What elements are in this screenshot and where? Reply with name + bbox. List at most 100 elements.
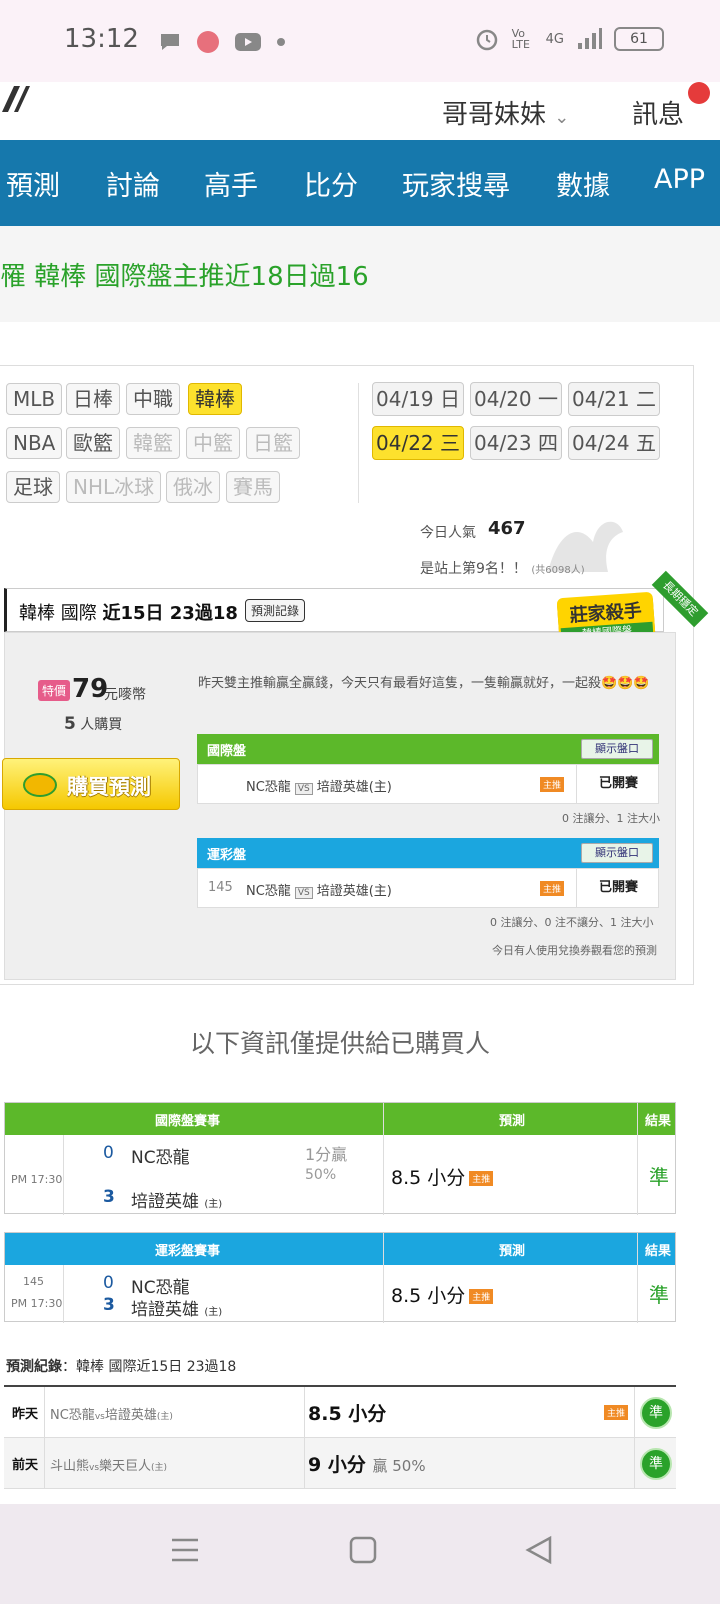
buy-prediction-button[interactable]: 購買預測 bbox=[2, 758, 180, 810]
record-game: NC恐龍vs培證英雄(主) bbox=[50, 1404, 173, 1423]
youtube-icon bbox=[235, 33, 261, 51]
home-mark: (主) bbox=[151, 1463, 168, 1473]
record-team-b: 樂天巨人 bbox=[99, 1459, 152, 1474]
table2-col-result: 結果 bbox=[645, 1244, 672, 1259]
market2-show-odds-button[interactable]: 顯示盤口 bbox=[581, 843, 653, 863]
signal-icon bbox=[578, 28, 602, 49]
main-pick-tag: 主推 bbox=[469, 1171, 494, 1186]
result-accurate-icon: 準 bbox=[640, 1397, 672, 1429]
market1-show-odds-button[interactable]: 顯示盤口 bbox=[581, 739, 653, 759]
table1-team-b-name: 培證英雄 bbox=[131, 1192, 199, 1212]
home-icon[interactable] bbox=[348, 1534, 378, 1566]
system-icons: Vo LTE 4G 61 bbox=[474, 26, 664, 52]
date-0421[interactable]: 04/21 二 bbox=[568, 382, 660, 416]
table1-prediction: 8.5 小分 主推 bbox=[391, 1163, 494, 1190]
home-mark: (主) bbox=[156, 1412, 173, 1422]
home-mark: (主) bbox=[204, 1307, 223, 1318]
table2-result: 準 bbox=[649, 1283, 669, 1307]
table1-col-game: 國際盤賽事 bbox=[155, 1114, 221, 1129]
price-value: 79 bbox=[72, 674, 109, 704]
headline-text[interactable]: 罹 韓棒 國際盤主推近18日過16 bbox=[0, 256, 369, 293]
chevron-down-icon: ⌄ bbox=[554, 107, 570, 128]
menu-icon[interactable] bbox=[170, 1534, 200, 1566]
filter-mlb[interactable]: MLB bbox=[6, 383, 63, 415]
nav-scores[interactable]: 比分 bbox=[304, 164, 358, 203]
market2-team-a: NC恐龍 bbox=[246, 884, 291, 899]
table1-score-b: 3 bbox=[103, 1187, 115, 1207]
buyers-label: 人購買 bbox=[80, 717, 123, 733]
date-0423[interactable]: 04/23 四 bbox=[470, 426, 562, 460]
table1-handicap-line1: 1分贏 bbox=[305, 1145, 348, 1164]
logo-icon bbox=[2, 86, 30, 112]
rank-label: 是站上第9名！！ bbox=[420, 561, 527, 577]
nav-predict[interactable]: 預測 bbox=[6, 164, 60, 203]
table2-col-game: 運彩盤賽事 bbox=[155, 1244, 221, 1259]
market1-row: NC恐龍 VS 培證英雄(主) 主推 已開賽 bbox=[197, 764, 659, 804]
table2-prediction: 8.5 小分 主推 bbox=[391, 1281, 494, 1308]
record-team-a: 斗山熊 bbox=[50, 1459, 90, 1474]
filter-korea-baseball[interactable]: 韓棒 bbox=[188, 383, 242, 415]
buyers-number: 5 bbox=[64, 714, 76, 734]
market2-note: 0 注讓分、0 注不讓分、1 注大小 bbox=[490, 916, 654, 929]
notification-dot bbox=[688, 82, 710, 104]
table1-time: PM 17:30 bbox=[11, 1173, 63, 1186]
nav-app[interactable]: APP bbox=[654, 164, 705, 195]
cell-divider bbox=[634, 1438, 635, 1489]
filter-cpbl[interactable]: 中職 bbox=[126, 383, 180, 415]
cell-divider bbox=[383, 1233, 384, 1323]
market2-header: 運彩盤 顯示盤口 bbox=[197, 838, 659, 868]
cell-divider bbox=[63, 1265, 64, 1323]
date-0419[interactable]: 04/19 日 bbox=[372, 382, 464, 416]
network-label: 4G bbox=[545, 31, 564, 47]
record-prediction-value: 9 小分 bbox=[308, 1454, 366, 1476]
filter-japan-basketball[interactable]: 日籃 bbox=[246, 427, 300, 459]
nav-experts[interactable]: 高手 bbox=[204, 164, 258, 203]
back-icon[interactable] bbox=[524, 1534, 554, 1566]
date-0422[interactable]: 04/22 三 bbox=[372, 426, 464, 460]
prediction-record-button[interactable]: 預測記錄 bbox=[245, 599, 306, 622]
filter-euro-basketball[interactable]: 歐籃 bbox=[66, 427, 120, 459]
filter-nba[interactable]: NBA bbox=[6, 427, 63, 459]
app-badge-icon bbox=[197, 31, 219, 53]
record-title: 預測紀錄：韓棒 國際近15日 23過18 bbox=[6, 1356, 236, 1376]
table1-score-a: 0 bbox=[103, 1143, 114, 1163]
market2-row: 145 NC恐龍 VS 培證英雄(主) 主推 已開賽 bbox=[197, 868, 659, 908]
filter-korea-basketball[interactable]: 韓籃 bbox=[126, 427, 180, 459]
main-pick-tag: 主推 bbox=[469, 1289, 494, 1304]
nav-discuss[interactable]: 討論 bbox=[106, 164, 160, 203]
user-menu[interactable]: 哥哥妹妹 ⌄ bbox=[442, 94, 569, 131]
nav-player-search[interactable]: 玩家搜尋 bbox=[402, 164, 510, 203]
filter-horse-racing[interactable]: 賽馬 bbox=[226, 471, 280, 503]
cell-divider bbox=[63, 1135, 64, 1215]
table2-time: PM 17:30 bbox=[11, 1297, 63, 1310]
site-logo[interactable] bbox=[0, 82, 30, 123]
international-results-table: 國際盤賽事 預測 結果 PM 17:30 0 NC恐龍 3 培證英雄 (主) 1… bbox=[4, 1102, 676, 1215]
record-day: 昨天 bbox=[12, 1407, 39, 1422]
filter-soccer[interactable]: 足球 bbox=[6, 471, 60, 503]
battery-icon: 61 bbox=[614, 27, 664, 51]
filter-russia-hockey[interactable]: 俄冰 bbox=[166, 471, 220, 503]
nav-data[interactable]: 數據 bbox=[556, 164, 610, 203]
market2-num: 145 bbox=[208, 880, 233, 895]
filter-japan-baseball[interactable]: 日棒 bbox=[66, 383, 120, 415]
predictor-comment: 昨天雙主推輸贏全贏錢，今天只有最看好這隻，一隻輸贏就好，一起殺🤩🤩🤩 bbox=[198, 676, 650, 691]
filter-nhl[interactable]: NHL冰球 bbox=[66, 471, 162, 503]
table1-col-result: 結果 bbox=[645, 1114, 672, 1129]
buy-prediction-label: 購買預測 bbox=[67, 775, 151, 799]
lottery-results-table: 運彩盤賽事 預測 結果 145 PM 17:30 0 NC恐龍 3 培證英雄 (… bbox=[4, 1232, 676, 1323]
table2-prediction-value: 8.5 小分 bbox=[391, 1285, 466, 1307]
filter-divider bbox=[358, 383, 359, 503]
table2-team-b: 培證英雄 (主) bbox=[131, 1295, 222, 1320]
record-title-bold: 預測紀錄 bbox=[6, 1359, 62, 1375]
messages-link[interactable]: 訊息 bbox=[632, 94, 684, 131]
date-0420[interactable]: 04/20 一 bbox=[470, 382, 562, 416]
table2-score-b: 3 bbox=[103, 1295, 115, 1315]
date-0424[interactable]: 04/24 五 bbox=[568, 426, 660, 460]
cell-divider bbox=[44, 1438, 45, 1489]
filter-china-basketball[interactable]: 中籃 bbox=[186, 427, 240, 459]
prediction-title: 韓棒 國際 近15日 23過18 bbox=[19, 599, 238, 625]
prediction-title-record: 近15日 23過18 bbox=[102, 603, 238, 624]
table1-header: 國際盤賽事 預測 結果 bbox=[5, 1103, 675, 1135]
coin-icon bbox=[23, 773, 57, 797]
market2-teams: NC恐龍 VS 培證英雄(主) bbox=[246, 880, 392, 899]
